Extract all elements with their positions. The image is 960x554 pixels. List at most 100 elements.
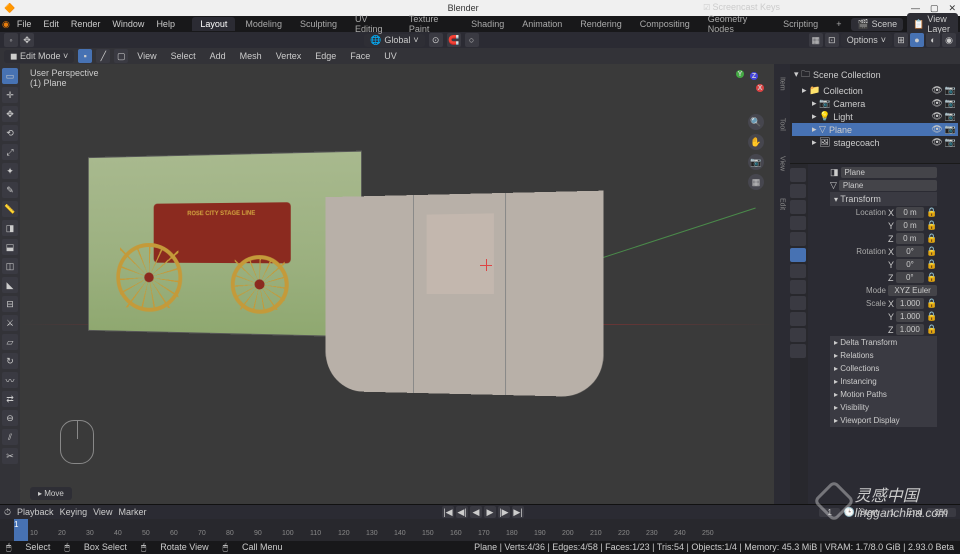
ptab-modifier[interactable] xyxy=(790,264,806,278)
overlay-toggle-icon[interactable]: ▦ xyxy=(809,33,823,47)
tool-cursor[interactable]: ✛ xyxy=(2,87,18,103)
shading-rendered-icon[interactable]: ◉ xyxy=(942,33,956,47)
tl-view[interactable]: View xyxy=(93,507,112,517)
tab-item[interactable]: Item xyxy=(774,64,790,104)
zoom-icon[interactable]: 🔍 xyxy=(748,114,764,130)
outliner-scene[interactable]: ▾ 🗀Scene Collection xyxy=(792,66,958,84)
tab-scripting[interactable]: Scripting xyxy=(775,17,826,31)
tool-inset[interactable]: ◫ xyxy=(2,258,18,274)
menu-edit[interactable]: Edit xyxy=(38,18,64,30)
keyframe-next-icon[interactable]: |▶ xyxy=(498,506,510,518)
menu-window[interactable]: Window xyxy=(107,18,149,30)
tool-addcube[interactable]: ◨ xyxy=(2,220,18,236)
disable-icon[interactable]: 📷 xyxy=(945,124,956,135)
tab-shading[interactable]: Shading xyxy=(463,17,512,31)
tl-marker[interactable]: Marker xyxy=(118,507,146,517)
jump-end-icon[interactable]: ▶| xyxy=(512,506,524,518)
face-menu[interactable]: Face xyxy=(345,50,375,62)
viewlayer-selector[interactable]: 📋 View Layer xyxy=(907,13,958,35)
prop-section[interactable]: ▸ Collections xyxy=(830,362,937,375)
tab-edit[interactable]: Edit xyxy=(774,184,790,224)
drag-tool-icon[interactable]: ✥ xyxy=(20,33,34,47)
ptab-render[interactable] xyxy=(790,168,806,182)
prop-section[interactable]: ▸ Visibility xyxy=(830,401,937,414)
minimize-button[interactable]: — xyxy=(911,3,920,14)
tool-measure[interactable]: 📏 xyxy=(2,201,18,217)
scale-x[interactable]: 1.000 xyxy=(896,298,924,309)
outliner[interactable]: ▾ 🗀Scene Collection ▸ 📁Collection👁📷▸ 📷Ca… xyxy=(790,64,960,164)
tab-geometrynodes[interactable]: Geometry Nodes xyxy=(700,12,773,36)
tool-rotate[interactable]: ⟲ xyxy=(2,125,18,141)
mode-selector[interactable]: ◼ Edit Mode ˅ xyxy=(4,50,74,63)
ptab-output[interactable] xyxy=(790,184,806,198)
tab-tool[interactable]: Tool xyxy=(774,104,790,144)
tl-playback[interactable]: Playback xyxy=(17,507,54,517)
play-icon[interactable]: ▶ xyxy=(484,506,496,518)
tool-select-box[interactable]: ▭ xyxy=(2,68,18,84)
prop-section[interactable]: ▸ Delta Transform xyxy=(830,336,937,349)
ptab-object[interactable] xyxy=(790,248,806,262)
ptab-constraint[interactable] xyxy=(790,312,806,326)
tool-bevel[interactable]: ◣ xyxy=(2,277,18,293)
select-edge-icon[interactable]: ╱ xyxy=(96,49,110,63)
tool-smooth[interactable]: 〰 xyxy=(2,372,18,388)
options-dropdown[interactable]: Options ˅ xyxy=(841,33,892,47)
maximize-button[interactable]: ▢ xyxy=(930,3,939,14)
cursor-tool-icon[interactable]: ◦ xyxy=(4,33,18,47)
play-reverse-icon[interactable]: ◀ xyxy=(470,506,482,518)
loc-y[interactable]: 0 m xyxy=(896,220,924,231)
persp-ortho-icon[interactable]: ▦ xyxy=(748,174,764,190)
playhead[interactable]: 1 xyxy=(14,519,28,541)
outliner-item[interactable]: ▸ 🖼stagecoach👁📷 xyxy=(792,136,958,149)
data-name-field[interactable]: Plane xyxy=(839,180,937,191)
proportional-icon[interactable]: ○ xyxy=(465,33,479,47)
tab-view[interactable]: View xyxy=(774,144,790,184)
tab-modeling[interactable]: Modeling xyxy=(237,17,290,31)
xray-icon[interactable]: ⊡ xyxy=(825,33,839,47)
menu-help[interactable]: Help xyxy=(151,18,180,30)
disable-icon[interactable]: 📷 xyxy=(945,111,956,122)
tab-add[interactable]: + xyxy=(828,17,849,31)
tool-extrude[interactable]: ⬓ xyxy=(2,239,18,255)
rot-x[interactable]: 0° xyxy=(896,246,924,257)
rotation-mode[interactable]: XYZ Euler xyxy=(888,285,937,296)
ptab-world[interactable] xyxy=(790,232,806,246)
tab-rendering[interactable]: Rendering xyxy=(572,17,630,31)
disable-icon[interactable]: 📷 xyxy=(945,137,956,148)
ptab-viewlayer[interactable] xyxy=(790,200,806,214)
transform-header[interactable]: ▾ Transform xyxy=(830,192,937,206)
add-menu[interactable]: Add xyxy=(205,50,231,62)
nav-gizmo[interactable]: X Y Z xyxy=(726,70,766,110)
select-face-icon[interactable]: ▢ xyxy=(114,49,128,63)
tool-polybuild[interactable]: ▱ xyxy=(2,334,18,350)
shading-wire-icon[interactable]: ⊞ xyxy=(894,33,908,47)
ptab-scene[interactable] xyxy=(790,216,806,230)
close-button[interactable]: ✕ xyxy=(948,3,956,14)
shading-material-icon[interactable]: ◐ xyxy=(926,33,940,47)
prop-section[interactable]: ▸ Viewport Display xyxy=(830,414,937,427)
eye-icon[interactable]: 👁 xyxy=(931,137,942,148)
tab-uvediting[interactable]: UV Editing xyxy=(347,12,399,36)
tool-rip[interactable]: ✂ xyxy=(2,448,18,464)
tool-loopcut[interactable]: ⊟ xyxy=(2,296,18,312)
rot-y[interactable]: 0° xyxy=(896,259,924,270)
jump-start-icon[interactable]: |◀ xyxy=(442,506,454,518)
snap-icon[interactable]: 🧲 xyxy=(447,33,461,47)
keyframe-prev-icon[interactable]: ◀| xyxy=(456,506,468,518)
tool-transform[interactable]: ✦ xyxy=(2,163,18,179)
outliner-item[interactable]: ▸ 📁Collection👁📷 xyxy=(792,84,958,97)
prop-section[interactable]: ▸ Relations xyxy=(830,349,937,362)
vertex-menu[interactable]: Vertex xyxy=(271,50,307,62)
loc-x[interactable]: 0 m xyxy=(896,207,924,218)
scene-selector[interactable]: 🎬 Scene xyxy=(851,18,903,31)
disable-icon[interactable]: 📷 xyxy=(945,98,956,109)
ptab-data[interactable] xyxy=(790,328,806,342)
tab-sculpting[interactable]: Sculpting xyxy=(292,17,345,31)
tl-keying[interactable]: Keying xyxy=(60,507,88,517)
select-vertex-icon[interactable]: ▪ xyxy=(78,49,92,63)
rot-z[interactable]: 0° xyxy=(896,272,925,283)
viewport-3d[interactable]: User Perspective (1) Plane ROSE CITY STA… xyxy=(20,64,774,504)
tool-knife[interactable]: ⚔ xyxy=(2,315,18,331)
tab-animation[interactable]: Animation xyxy=(514,17,570,31)
view-menu[interactable]: View xyxy=(132,50,161,62)
